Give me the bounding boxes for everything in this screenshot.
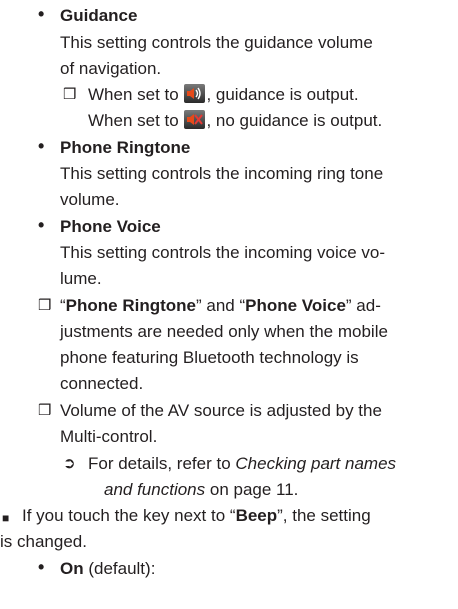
speaker-muted-icon — [184, 110, 206, 129]
phone-ringtone-description: This setting controls the incoming ring … — [60, 164, 384, 183]
note-text: When set to — [88, 85, 179, 104]
av-volume-note: Multi-control. — [60, 427, 158, 446]
guidance-description: This setting controls the guidance volum… — [60, 33, 373, 52]
instruction-text: If you touch the key next to “ — [22, 506, 236, 525]
reference-text: on page 11. — [205, 480, 299, 499]
phone-voice-description: This setting controls the incoming voice… — [60, 243, 386, 262]
option-text: (default): — [83, 559, 156, 578]
phone-voice-description: lume. — [60, 269, 102, 288]
reference-link: For details, refer to Checking part name… — [88, 451, 396, 477]
phone-ringtone-description: volume. — [60, 190, 120, 209]
reference-text: For details, refer to — [88, 454, 236, 473]
phone-ringtone-title: Phone Ringtone — [60, 138, 191, 157]
beep-instruction: is changed. — [0, 532, 87, 551]
reference-link: and functions on page 11. — [104, 477, 298, 503]
note-text: , guidance is output. — [206, 85, 359, 104]
bluetooth-note: “Phone Ringtone” and “Phone Voice” ad- — [60, 293, 381, 319]
bluetooth-note: phone featuring Bluetooth technology is — [60, 348, 359, 367]
square-bullet-icon: ■ — [2, 511, 10, 525]
beep-instruction: If you touch the key next to “Beep”, the… — [22, 503, 371, 529]
note-text: When set to — [88, 111, 179, 130]
note-text: ” ad- — [345, 296, 381, 315]
guidance-title: Guidance — [60, 6, 138, 25]
option-label: On — [60, 559, 84, 578]
beep-on-option: On (default): — [60, 556, 155, 582]
speaker-on-icon — [184, 84, 206, 103]
guidance-description: of navigation. — [60, 59, 162, 78]
phone-voice-title: Phone Voice — [60, 217, 161, 236]
beep-key-label: Beep — [235, 506, 278, 525]
guidance-note-off: When set to , no guidance is output. — [88, 108, 382, 134]
checkbox-note-icon: ❒ — [63, 86, 77, 103]
av-volume-note: Volume of the AV source is adjusted by t… — [60, 401, 382, 420]
reference-title: Checking part names — [235, 454, 397, 473]
note-text: ” and “ — [196, 296, 246, 315]
bullet: • — [38, 215, 45, 235]
note-text: , no guidance is output. — [206, 111, 383, 130]
arrow-right-icon: ➲ — [63, 455, 76, 472]
reference-title: and functions — [104, 480, 206, 499]
note-key: Phone Ringtone — [65, 296, 196, 315]
bullet: • — [38, 557, 45, 577]
checkbox-note-icon: ❒ — [38, 402, 52, 419]
bullet: • — [38, 136, 45, 156]
checkbox-note-icon: ❒ — [38, 297, 52, 314]
bullet: • — [38, 4, 45, 24]
instruction-text: ”, the setting — [277, 506, 371, 525]
note-key: Phone Voice — [245, 296, 346, 315]
guidance-note-on: When set to , guidance is output. — [88, 82, 359, 108]
bluetooth-note: justments are needed only when the mobil… — [60, 322, 388, 341]
bluetooth-note: connected. — [60, 374, 144, 393]
